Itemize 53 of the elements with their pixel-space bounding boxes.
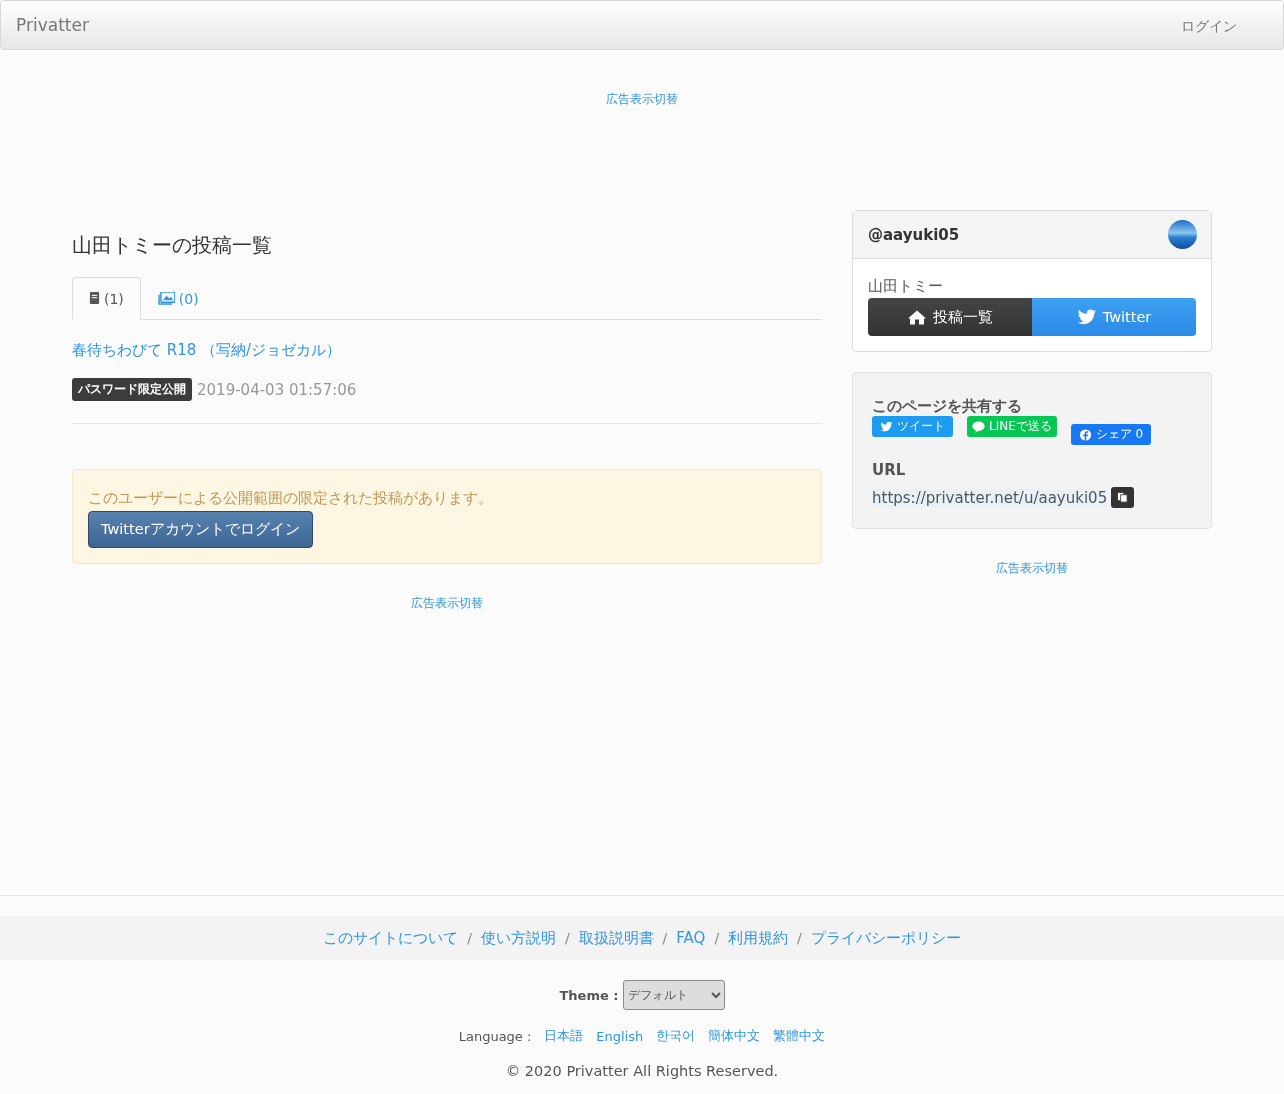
footer-link[interactable]: 利用規約	[728, 928, 789, 948]
tab[interactable]: (1)	[72, 277, 141, 320]
bird-icon	[1076, 308, 1097, 326]
copy-icon	[1117, 492, 1129, 503]
footer-link[interactable]: FAQ	[676, 929, 706, 947]
footer-link[interactable]: プライバシーポリシー	[810, 928, 961, 948]
separator: /	[467, 930, 472, 946]
posts-button[interactable]: 投稿一覧	[868, 298, 1032, 336]
theme-label: Theme :	[559, 987, 619, 1003]
language-link[interactable]: English	[596, 1028, 644, 1044]
separator: /	[662, 930, 668, 946]
twitter-login-button[interactable]: Twitterアカウントでログイン	[88, 511, 313, 548]
language-link[interactable]: 日本語	[544, 1027, 584, 1045]
copy-button[interactable]	[1111, 487, 1135, 508]
separator: /	[797, 930, 802, 946]
footer-link[interactable]: 取扱説明書	[578, 928, 654, 948]
ad-toggle-link[interactable]: 広告表示切替	[996, 561, 1068, 575]
post-title-link[interactable]: 春待ちわびて R18 （写納/ジョゼカル）	[72, 341, 342, 359]
share-title: このページを共有する	[872, 397, 1023, 416]
user-handle: @aayuki05	[868, 225, 960, 244]
login-link[interactable]: ログイン	[1181, 18, 1237, 36]
footer-link[interactable]: このサイトについて	[323, 928, 459, 948]
tweet-share-button[interactable]: ツイート	[872, 416, 953, 437]
line-share-button[interactable]: LINEで送る	[967, 416, 1057, 437]
images-icon	[157, 292, 175, 305]
language-link[interactable]: 簡体中文	[708, 1027, 761, 1045]
page-url: https://privatter.net/u/aayuki05	[872, 488, 1108, 507]
language-label: Language :	[458, 1028, 532, 1044]
twitter-button[interactable]: Twitter	[1032, 298, 1196, 336]
book-icon	[89, 292, 100, 305]
avatar	[1168, 220, 1197, 249]
copyright: © 2020 Privatter All Rights Reserved.	[504, 1063, 780, 1079]
theme-select[interactable]: デフォルト	[622, 980, 725, 1010]
facebook-icon	[1078, 428, 1092, 441]
language-link[interactable]: 繁體中文	[773, 1027, 826, 1045]
visibility-badge: パスワード限定公開	[72, 378, 192, 401]
facebook-share-button[interactable]: シェア 0	[1070, 424, 1152, 445]
separator: /	[564, 930, 570, 946]
ad-toggle-link[interactable]: 広告表示切替	[606, 92, 678, 106]
speech-bubble-icon	[972, 420, 985, 433]
house-icon	[907, 308, 927, 326]
tab[interactable]: (0)	[140, 277, 216, 320]
user-name: 山田トミー	[868, 277, 944, 296]
footer-link[interactable]: 使い方説明	[480, 928, 556, 948]
page-title: 山田トミーの投稿一覧	[72, 232, 273, 259]
language-link[interactable]: 한국어	[656, 1027, 696, 1045]
brand-link[interactable]: Privatter	[16, 15, 89, 35]
url-label: URL	[872, 461, 907, 479]
ad-toggle-link[interactable]: 広告表示切替	[411, 596, 483, 610]
notice-message: このユーザーによる公開範囲の限定された投稿があります。	[88, 489, 494, 508]
separator: /	[714, 930, 720, 946]
bird-icon	[880, 420, 893, 433]
post-date: 2019-04-03 01:57:06	[197, 380, 357, 399]
